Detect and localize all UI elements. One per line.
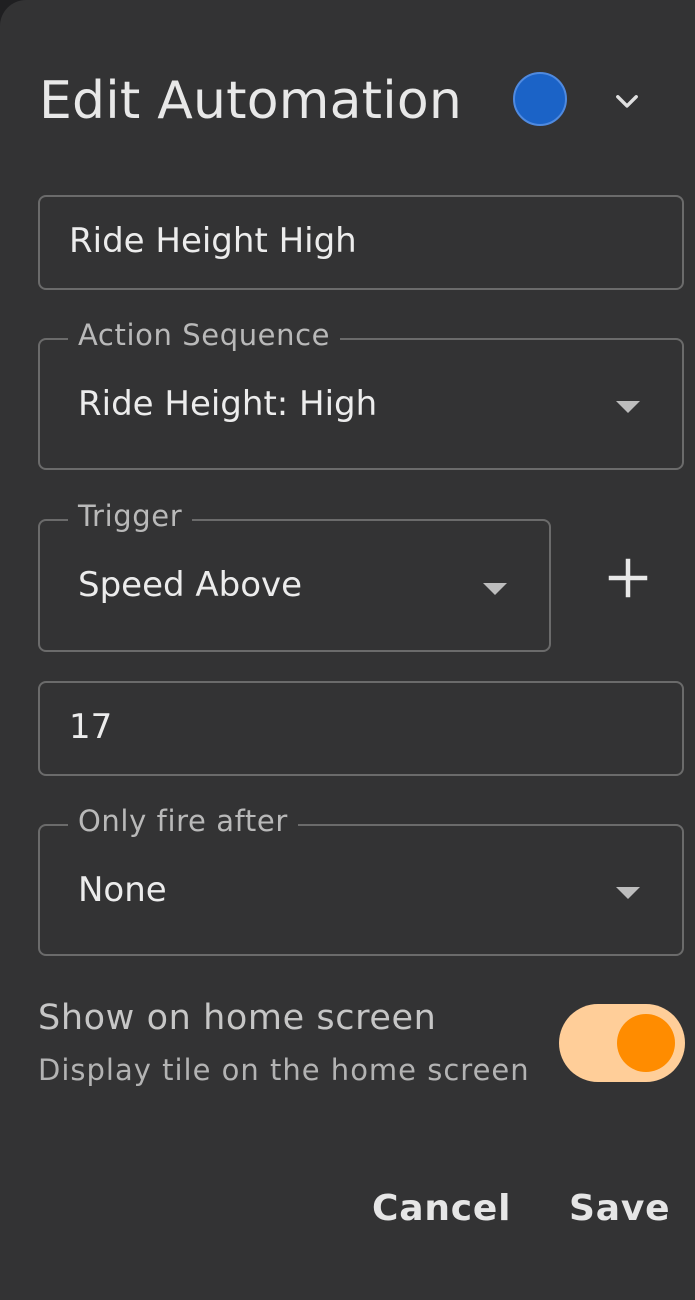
edit-automation-dialog: Edit Automation Ride Height High Action … bbox=[0, 0, 695, 1300]
automation-name-value: Ride Height High bbox=[69, 221, 357, 261]
action-sequence-select[interactable]: Action Sequence Ride Height: High bbox=[38, 318, 684, 470]
chevron-down-icon[interactable] bbox=[610, 84, 644, 118]
toggle-knob bbox=[617, 1014, 675, 1072]
color-swatch[interactable] bbox=[513, 72, 567, 126]
dropdown-caret-icon bbox=[616, 887, 640, 899]
only-fire-after-select[interactable]: Only fire after None bbox=[38, 804, 684, 956]
home-screen-title: Show on home screen bbox=[38, 998, 437, 1038]
trigger-select[interactable]: Trigger Speed Above bbox=[38, 499, 551, 652]
automation-name-field[interactable]: Ride Height High bbox=[38, 195, 684, 290]
action-sequence-value: Ride Height: High bbox=[78, 384, 378, 424]
save-button[interactable]: Save bbox=[569, 1188, 670, 1229]
only-fire-after-value: None bbox=[78, 870, 167, 910]
dropdown-caret-icon bbox=[483, 583, 507, 595]
trigger-label: Trigger bbox=[68, 499, 193, 533]
trigger-value-input[interactable]: 17 bbox=[38, 681, 684, 776]
trigger-value-text: 17 bbox=[69, 707, 113, 747]
dialog-title: Edit Automation bbox=[39, 71, 463, 131]
only-fire-after-label: Only fire after bbox=[68, 804, 298, 838]
cancel-button[interactable]: Cancel bbox=[372, 1188, 511, 1229]
action-sequence-label: Action Sequence bbox=[68, 318, 341, 352]
trigger-value: Speed Above bbox=[78, 565, 303, 605]
home-screen-toggle[interactable] bbox=[559, 1004, 685, 1082]
home-screen-subtitle: Display tile on the home screen bbox=[38, 1053, 530, 1087]
plus-icon[interactable] bbox=[598, 548, 658, 608]
dropdown-caret-icon bbox=[616, 401, 640, 413]
